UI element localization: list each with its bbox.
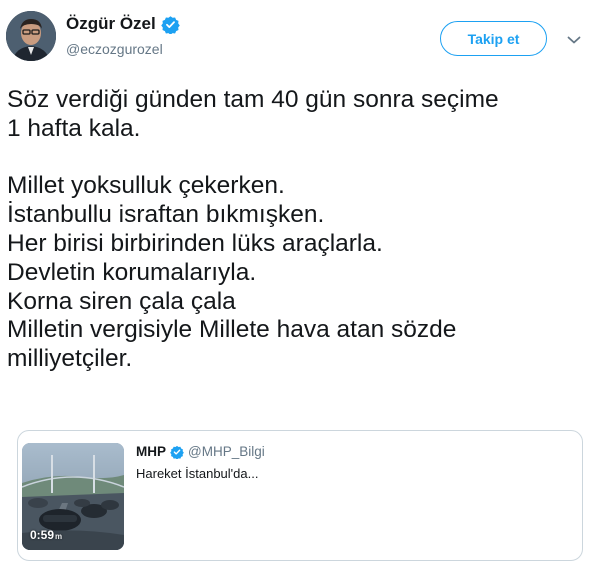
tweet-text: Söz verdiği günden tam 40 gün sonra seçi… [7,86,592,374]
video-views-suffix: m [55,532,63,541]
quoted-author-handle[interactable]: @MHP_Bilgi [188,444,265,459]
tweet-text-line: Devletin korumalarıyla. [7,258,257,286]
quoted-author-name[interactable]: MHP [136,444,166,459]
tweet-text-line: Korna siren çala çala [7,287,236,315]
verified-badge-icon [170,445,184,460]
author-name-row: Özgür Özel [66,14,180,35]
tweet-text-line: milliyetçiler. [7,345,133,373]
chevron-down-icon[interactable] [566,33,582,45]
tweet-text-line: Milletin vergisiyle Millete hava atan sö… [7,316,457,344]
author-display-name[interactable]: Özgür Özel [66,14,156,34]
tweet-header: Özgür Özel @eczozgurozel Takip et [0,0,600,70]
tweet-text-line [7,144,592,173]
quoted-tweet-header: MHP @MHP_Bilgi [136,444,265,460]
tweet-text-line: 1 hafta kala. [7,114,141,142]
tweet-text-line: Söz verdiği günden tam 40 gün sonra seçi… [7,86,499,113]
avatar[interactable] [6,11,56,61]
verified-badge-icon [160,15,180,35]
quoted-tweet-text: Hareket İstanbul'da... [136,466,259,481]
quoted-tweet-card[interactable]: 0:59 m MHP @MHP_Bilgi Hareket İstanbul'd… [17,430,583,561]
tweet-text-line: Millet yoksulluk çekerken. [7,172,285,200]
video-duration: 0:59 [30,528,55,542]
author-handle[interactable]: @eczozgurozel [66,41,163,57]
tweet-text-line: Her birisi birbirinden lüks araçlarla. [7,229,383,257]
tweet-text-line: İstanbullu israftan bıkmışken. [7,201,325,229]
video-duration-badge: 0:59 m [30,528,62,542]
follow-button[interactable]: Takip et [440,21,547,56]
quoted-video-thumbnail[interactable]: 0:59 m [22,443,124,550]
